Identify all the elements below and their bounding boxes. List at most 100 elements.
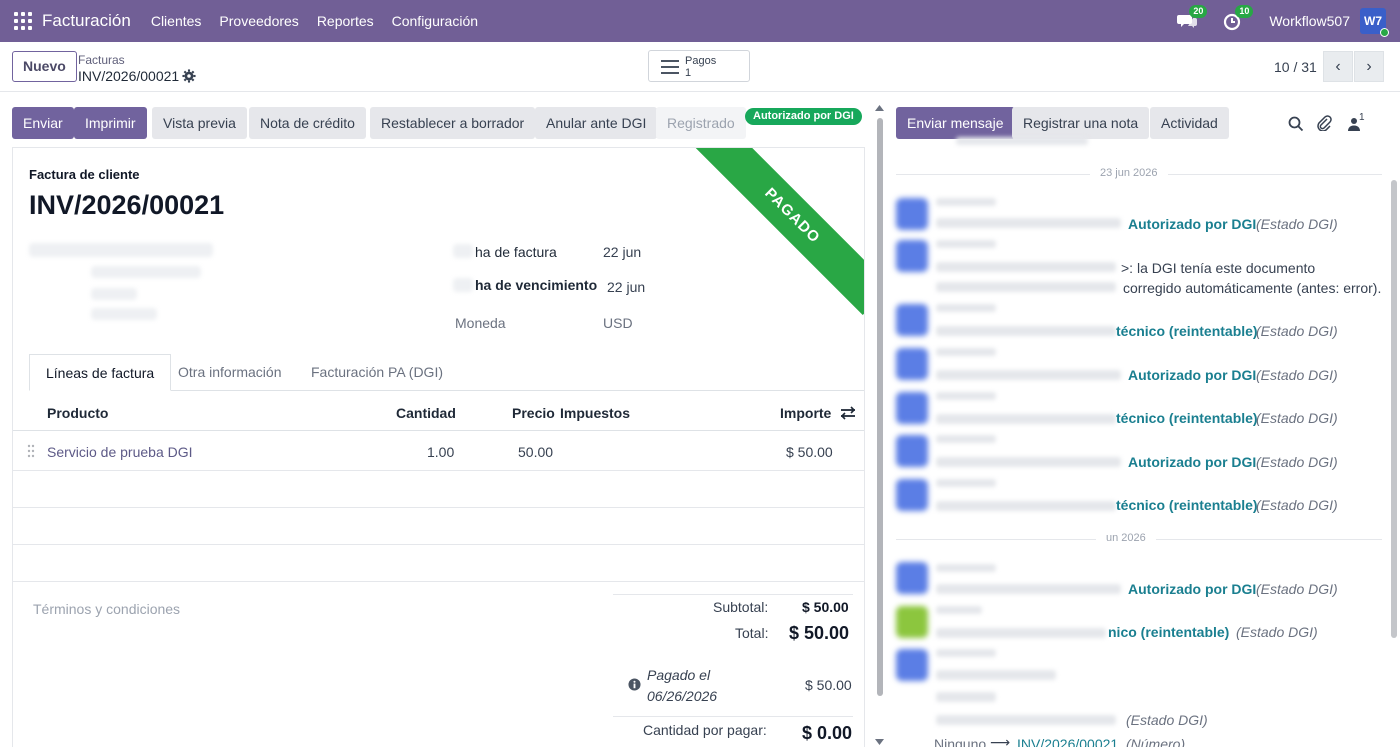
pager-value[interactable]: 10 / 31 xyxy=(1274,59,1317,75)
avatar[interactable] xyxy=(896,435,928,467)
chatter-panel: Enviar mensaje Registrar una nota Activi… xyxy=(886,92,1400,747)
message-redacted xyxy=(956,137,1088,145)
activities-button[interactable]: 10 xyxy=(1223,5,1254,31)
drag-handle-icon[interactable] xyxy=(27,444,35,458)
menu-configuracion[interactable]: Configuración xyxy=(392,13,478,29)
table-row-empty[interactable] xyxy=(13,471,864,508)
followers-count: 1 xyxy=(1359,112,1365,123)
avatar[interactable] xyxy=(896,562,928,594)
column-price[interactable]: Precio xyxy=(512,405,555,421)
paid-ribbon: PAGADO xyxy=(693,148,864,315)
activity-button[interactable]: Actividad xyxy=(1150,107,1229,139)
info-icon[interactable] xyxy=(628,678,641,691)
invoice-form-sheet: PAGADO Factura de cliente INV/2026/00021… xyxy=(12,147,865,747)
new-button[interactable]: Nuevo xyxy=(12,51,77,82)
message-text: corregido automáticamente (antes: error)… xyxy=(1123,280,1382,296)
avatar[interactable] xyxy=(896,392,928,424)
send-message-button[interactable]: Enviar mensaje xyxy=(896,107,1015,139)
subtotal-value: $ 50.00 xyxy=(802,599,849,615)
line-quantity[interactable]: 1.00 xyxy=(427,444,454,460)
message-field-note: (Estado DGI) xyxy=(1256,497,1338,513)
breadcrumb-parent[interactable]: Facturas xyxy=(78,53,125,67)
message-link[interactable]: técnico (reintentable) xyxy=(1116,410,1258,426)
avatar[interactable] xyxy=(896,348,928,380)
message-link[interactable]: nico (reintentable) xyxy=(1108,624,1229,640)
message-redacted xyxy=(936,326,1116,336)
menu-proveedores[interactable]: Proveedores xyxy=(219,13,298,29)
messaging-button[interactable]: 20 xyxy=(1177,5,1208,31)
total-label: Total: xyxy=(735,625,769,641)
scroll-up-arrow-icon[interactable] xyxy=(875,104,884,112)
user-avatar[interactable]: W7 xyxy=(1360,8,1389,37)
table-row-empty[interactable] xyxy=(13,545,864,582)
menu-clientes[interactable]: Clientes xyxy=(151,13,202,29)
avatar[interactable] xyxy=(896,649,928,681)
paid-on-label: Pagado el xyxy=(647,667,711,683)
customer-name-redacted[interactable] xyxy=(29,243,213,257)
message-link[interactable]: técnico (reintentable) xyxy=(1116,497,1258,513)
avatar[interactable] xyxy=(896,198,928,230)
terms-and-conditions-field[interactable]: Términos y condiciones xyxy=(33,601,180,617)
log-note-button[interactable]: Registrar una nota xyxy=(1012,107,1150,139)
page-title: INV/2026/00021 xyxy=(29,190,225,220)
column-taxes[interactable]: Impuestos xyxy=(560,405,630,421)
tab-invoice-lines[interactable]: Líneas de factura xyxy=(29,354,172,391)
preview-button[interactable]: Vista previa xyxy=(152,107,247,139)
line-product[interactable]: Servicio de prueba DGI xyxy=(47,444,193,460)
column-quantity[interactable]: Cantidad xyxy=(396,405,456,421)
tab-other-info[interactable]: Otra información xyxy=(162,354,297,391)
avatar[interactable] xyxy=(896,240,928,272)
message-redacted xyxy=(936,670,1056,680)
reset-to-draft-button[interactable]: Restablecer a borrador xyxy=(370,107,536,139)
line-amount: $ 50.00 xyxy=(786,444,833,460)
message-redacted xyxy=(936,584,1121,594)
totals-divider xyxy=(613,716,853,717)
line-price[interactable]: 50.00 xyxy=(518,444,553,460)
menu-reportes[interactable]: Reportes xyxy=(317,13,374,29)
message-link[interactable]: Autorizado por DGI xyxy=(1128,454,1256,470)
message-link[interactable]: Autorizado por DGI xyxy=(1128,216,1256,232)
avatar[interactable] xyxy=(896,304,928,336)
table-row[interactable]: Servicio de prueba DGI 1.00 50.00 $ 50.0… xyxy=(13,432,864,471)
chatter-scrollbar[interactable] xyxy=(1391,180,1397,638)
message-link[interactable]: Autorizado por DGI xyxy=(1128,581,1256,597)
scroll-down-arrow-icon[interactable] xyxy=(875,738,884,746)
author-redacted xyxy=(936,240,996,248)
avatar[interactable] xyxy=(896,479,928,511)
due-date-value[interactable]: 22 jun xyxy=(607,279,645,295)
message-field-note: (Estado DGI) xyxy=(1256,581,1338,597)
table-header: Producto Cantidad Precio Impuestos Impor… xyxy=(13,393,864,431)
online-status-dot xyxy=(1380,28,1389,37)
form-scrollbar[interactable] xyxy=(877,118,883,696)
optional-columns-icon[interactable] xyxy=(840,406,856,420)
chevron-left-icon: ‹ xyxy=(1335,57,1341,75)
gear-icon[interactable] xyxy=(182,69,196,83)
pager-next-button[interactable]: › xyxy=(1354,51,1384,82)
app-name[interactable]: Facturación xyxy=(42,11,131,31)
cancel-dgi-button[interactable]: Anular ante DGI xyxy=(535,107,658,139)
tab-dgi-billing[interactable]: Facturación PA (DGI) xyxy=(295,354,459,391)
invoice-date-value[interactable]: 22 jun xyxy=(603,244,641,260)
credit-note-button[interactable]: Nota de crédito xyxy=(249,107,366,139)
send-button[interactable]: Enviar xyxy=(12,107,74,139)
payments-smart-button[interactable]: Pagos 1 xyxy=(648,50,750,82)
pager-previous-button[interactable]: ‹ xyxy=(1323,51,1353,82)
avatar[interactable] xyxy=(896,606,928,638)
label-redacted xyxy=(453,244,473,258)
message-text: >: la DGI tenía este documento xyxy=(1121,260,1316,276)
breadcrumb-current: INV/2026/00021 xyxy=(78,68,180,84)
column-amount[interactable]: Importe xyxy=(780,405,831,421)
paperclip-icon[interactable] xyxy=(1316,115,1332,131)
search-icon[interactable] xyxy=(1288,116,1304,132)
print-button[interactable]: Imprimir xyxy=(74,107,147,139)
message-link[interactable]: Autorizado por DGI xyxy=(1128,367,1256,383)
company-switcher[interactable]: Workflow507 xyxy=(1269,13,1350,29)
tracking-new-value[interactable]: INV/2026/00021 xyxy=(1017,736,1118,747)
table-row-empty[interactable] xyxy=(13,508,864,545)
column-product[interactable]: Producto xyxy=(47,405,108,421)
apps-grid-icon[interactable] xyxy=(14,12,32,30)
message-link[interactable]: técnico (reintentable) xyxy=(1116,323,1258,339)
navbar-systray: 20 10 Workflow507 W7 xyxy=(1177,0,1400,42)
message-redacted xyxy=(936,457,1121,467)
date-label: un 2026 xyxy=(1096,532,1156,544)
